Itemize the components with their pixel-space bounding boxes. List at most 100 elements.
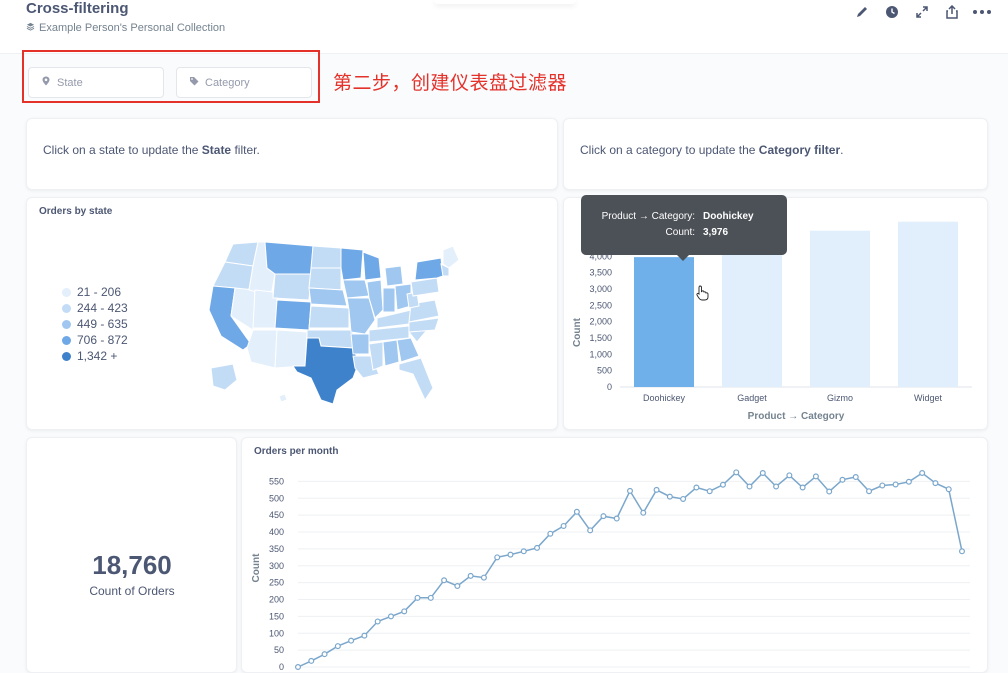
data-point[interactable] xyxy=(414,594,421,601)
data-point[interactable] xyxy=(560,522,567,529)
data-point[interactable] xyxy=(520,548,527,555)
data-point[interactable] xyxy=(958,548,965,555)
state-kentucky[interactable] xyxy=(376,309,412,329)
data-point[interactable] xyxy=(879,482,886,489)
data-point[interactable] xyxy=(613,515,620,522)
data-point[interactable] xyxy=(348,637,355,644)
state-wisconsin[interactable] xyxy=(362,251,382,281)
data-point[interactable] xyxy=(441,577,448,584)
step-annotation: 第二步，创建仪表盘过滤器 xyxy=(333,72,568,94)
data-point[interactable] xyxy=(334,643,341,650)
state-indiana[interactable] xyxy=(382,287,396,313)
state-nebraska[interactable] xyxy=(308,287,348,307)
data-point[interactable] xyxy=(680,495,687,502)
map-title[interactable]: Orders by state xyxy=(39,206,112,217)
data-point[interactable] xyxy=(427,594,434,601)
data-point[interactable] xyxy=(308,657,315,664)
more-button[interactable] xyxy=(973,6,991,22)
state-south-dakota[interactable] xyxy=(308,267,342,291)
data-point[interactable] xyxy=(321,651,328,658)
state-georgia[interactable] xyxy=(396,337,420,363)
orders-line-chart[interactable]: 0 50 100 150 200 250 300 350 400 450 500 550 Count xyxy=(242,438,989,673)
data-point[interactable] xyxy=(932,480,939,487)
state-new-york[interactable] xyxy=(414,257,444,281)
data-point[interactable] xyxy=(507,551,514,558)
data-point[interactable] xyxy=(387,613,394,620)
data-point[interactable] xyxy=(945,486,952,493)
state-pennsylvania[interactable] xyxy=(410,277,440,297)
data-point[interactable] xyxy=(573,508,580,515)
edit-button[interactable] xyxy=(854,6,870,22)
history-button[interactable] xyxy=(884,5,900,22)
data-point[interactable] xyxy=(892,481,899,488)
y-tick-label: 0 xyxy=(279,662,284,672)
y-tick-label: 50 xyxy=(274,645,284,655)
state-iowa[interactable] xyxy=(342,279,370,299)
state-north-dakota[interactable] xyxy=(310,245,342,269)
data-point[interactable] xyxy=(733,469,740,476)
bar[interactable] xyxy=(898,221,958,387)
data-point[interactable] xyxy=(746,483,753,490)
data-point[interactable] xyxy=(480,574,487,581)
data-point[interactable] xyxy=(467,572,474,579)
data-point[interactable] xyxy=(653,486,660,493)
category-filter[interactable]: Category xyxy=(176,67,312,98)
share-button[interactable] xyxy=(944,4,960,22)
state-colorado[interactable] xyxy=(274,299,312,331)
data-point[interactable] xyxy=(494,554,501,561)
state-minnesota[interactable] xyxy=(340,247,364,281)
series-line[interactable] xyxy=(297,471,963,668)
data-point[interactable] xyxy=(294,664,301,671)
data-point[interactable] xyxy=(719,481,726,488)
data-point[interactable] xyxy=(786,472,793,479)
data-point[interactable] xyxy=(866,488,873,495)
state-maine[interactable] xyxy=(442,245,460,269)
data-point[interactable] xyxy=(693,484,700,491)
state-utah[interactable] xyxy=(252,289,278,329)
state-alabama[interactable] xyxy=(382,339,400,367)
data-point[interactable] xyxy=(361,632,368,639)
collection-breadcrumb[interactable]: Example Person's Personal Collection xyxy=(26,22,225,34)
state-montana[interactable] xyxy=(264,241,314,275)
state-alaska[interactable] xyxy=(210,363,238,391)
bar[interactable] xyxy=(634,257,694,387)
data-point[interactable] xyxy=(640,509,647,516)
state-arkansas[interactable] xyxy=(350,333,370,355)
data-point[interactable] xyxy=(401,608,408,615)
data-point[interactable] xyxy=(587,527,594,534)
state-michigan[interactable] xyxy=(384,265,404,287)
state-florida[interactable] xyxy=(398,357,434,402)
data-point[interactable] xyxy=(773,483,780,490)
data-point[interactable] xyxy=(600,513,607,520)
data-point[interactable] xyxy=(454,583,461,590)
bar[interactable] xyxy=(810,230,870,387)
state-filter[interactable]: State xyxy=(28,67,164,98)
data-point[interactable] xyxy=(826,488,833,495)
data-point[interactable] xyxy=(666,493,673,500)
data-point[interactable] xyxy=(534,544,541,551)
data-point[interactable] xyxy=(759,469,766,476)
state-arizona[interactable] xyxy=(246,329,278,369)
data-point[interactable] xyxy=(812,473,819,480)
legend-item: 244 - 423 xyxy=(62,300,128,316)
state-wyoming[interactable] xyxy=(272,273,312,301)
data-point[interactable] xyxy=(706,488,713,495)
state-hawaii[interactable] xyxy=(278,393,288,403)
us-map[interactable] xyxy=(203,238,473,408)
kpi-value[interactable]: 18,760 xyxy=(27,550,237,581)
data-point[interactable] xyxy=(839,476,846,483)
legend-item: 449 - 635 xyxy=(62,316,128,332)
data-point[interactable] xyxy=(852,474,859,481)
fullscreen-button[interactable] xyxy=(914,5,930,22)
data-point[interactable] xyxy=(905,478,912,485)
data-point[interactable] xyxy=(547,530,554,537)
data-point[interactable] xyxy=(627,487,634,494)
dashboard-title[interactable]: Cross-filtering xyxy=(26,0,129,17)
state-oregon[interactable] xyxy=(212,261,254,291)
map-legend: 21 - 206 244 - 423 449 - 635 706 - 872 1,342… xyxy=(62,284,128,364)
data-point[interactable] xyxy=(919,469,926,476)
data-point[interactable] xyxy=(799,484,806,491)
data-point[interactable] xyxy=(374,618,381,625)
state-new-mexico[interactable] xyxy=(274,329,308,369)
state-kansas[interactable] xyxy=(308,305,350,329)
